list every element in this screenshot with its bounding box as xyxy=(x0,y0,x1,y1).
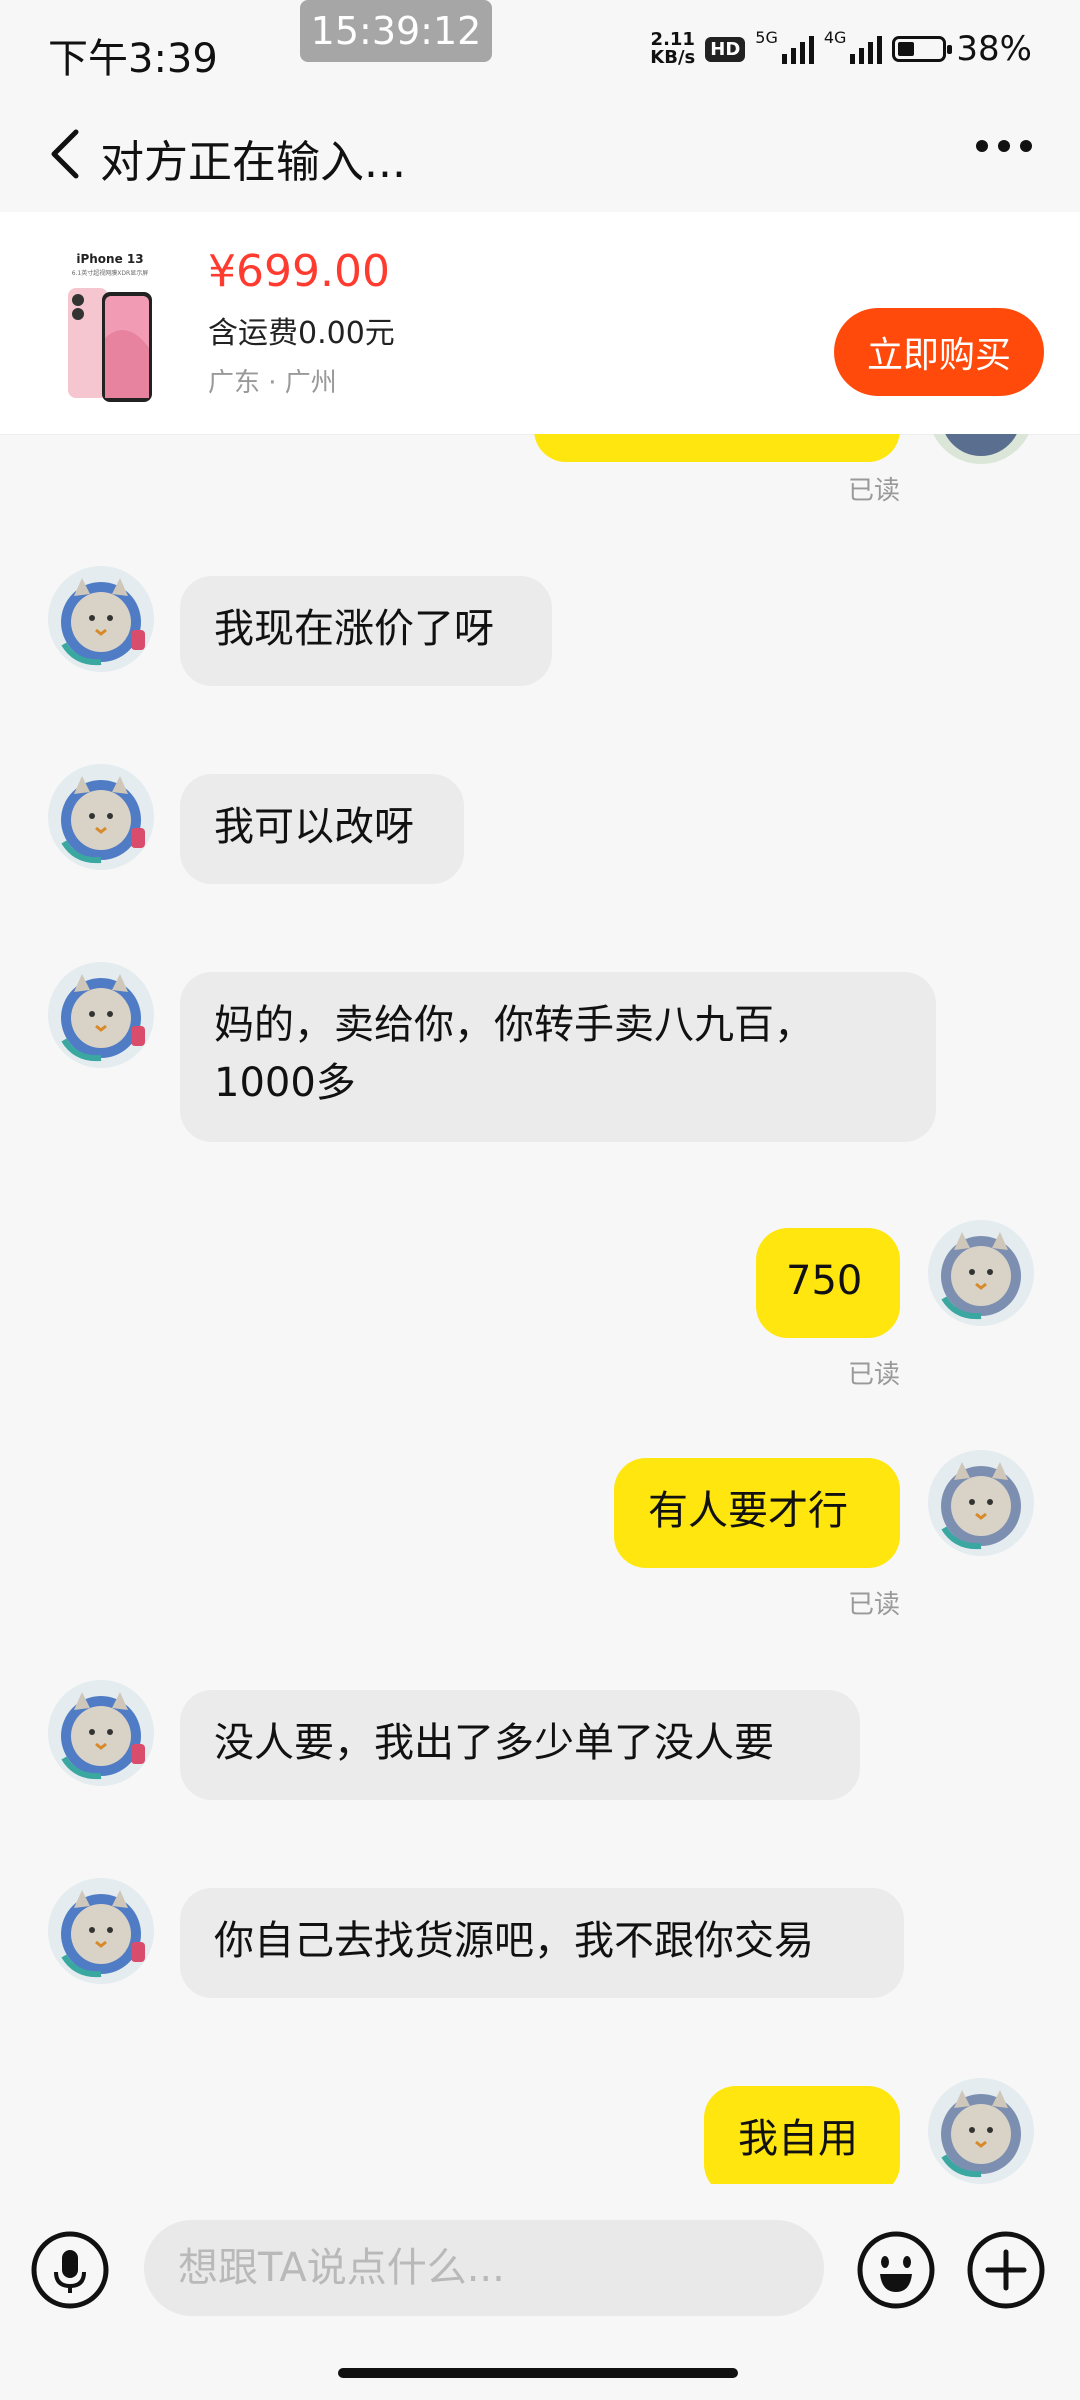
message-bubble[interactable]: 我可以改呀 xyxy=(180,774,464,884)
sim2-label: 4G xyxy=(823,28,847,47)
clock-overlay: 15:39:12 xyxy=(300,0,492,62)
microphone-icon[interactable] xyxy=(30,2230,110,2310)
product-shipping: 含运费0.00元 xyxy=(208,316,395,351)
status-icons: 2.11 KB/s HD 5G 4G 38% xyxy=(650,24,1032,74)
avatar[interactable] xyxy=(46,1678,156,1788)
product-card[interactable]: iPhone 13 6.1英寸超视网膜XDR显示屏 ¥699.00 含运费0.0… xyxy=(0,212,1080,435)
avatar[interactable] xyxy=(926,1218,1036,1328)
avatar[interactable] xyxy=(926,434,1036,466)
sim1-label: 5G xyxy=(755,28,778,47)
network-speed-unit: KB/s xyxy=(650,47,696,68)
avatar[interactable] xyxy=(46,960,156,1070)
thumbnail-subtitle: 6.1英寸超视网膜XDR显示屏 xyxy=(71,270,149,277)
hd-icon: HD xyxy=(705,36,746,62)
product-price: ¥699.00 xyxy=(208,246,390,297)
message-bubble[interactable]: 有人要才行 xyxy=(614,1458,900,1568)
chevron-left-icon xyxy=(51,129,79,179)
message-bubble[interactable]: 750 xyxy=(756,1228,900,1338)
chat-messages[interactable]: 已读 我现在涨价了呀 我可以改呀 妈的，卖给你，你转手卖八九百，1000多 75… xyxy=(0,434,1080,2184)
status-time: 下午3:39 xyxy=(48,36,218,82)
more-button[interactable] xyxy=(976,140,1032,152)
avatar[interactable] xyxy=(46,564,156,674)
signal-icon-2 xyxy=(850,34,883,64)
message-bubble[interactable]: 我现在涨价了呀 xyxy=(180,576,552,686)
avatar[interactable] xyxy=(46,762,156,872)
product-location: 广东 · 广州 xyxy=(208,368,337,398)
more-dot xyxy=(976,140,988,152)
thumbnail-title: iPhone 13 xyxy=(76,252,144,266)
read-receipt: 已读 xyxy=(847,1360,900,1390)
plus-icon[interactable] xyxy=(966,2230,1046,2310)
back-button[interactable] xyxy=(42,126,92,182)
battery-fill xyxy=(898,42,915,56)
battery-icon xyxy=(892,36,953,62)
message-bubble[interactable]: 没人要，我出了多少单了没人要 xyxy=(180,1690,860,1800)
network-speed: 2.11 KB/s xyxy=(650,31,695,67)
home-indicator[interactable] xyxy=(338,2368,738,2378)
avatar[interactable] xyxy=(926,1448,1036,1558)
buy-now-button[interactable]: 立即购买 xyxy=(834,308,1044,396)
signal-icon xyxy=(781,34,814,64)
message-bubble[interactable]: 你自己去找货源吧，我不跟你交易 xyxy=(180,1888,904,1998)
read-receipt: 已读 xyxy=(847,1590,900,1620)
status-bar: 下午3:39 15:39:12 2.11 KB/s HD 5G 4G 38% xyxy=(0,0,1080,96)
more-dot xyxy=(1020,140,1032,152)
message-bubble[interactable]: 我自用 xyxy=(704,2086,900,2184)
read-receipt: 已读 xyxy=(847,476,900,506)
header-title: 对方正在输入... xyxy=(100,137,406,188)
avatar[interactable] xyxy=(926,2076,1036,2184)
more-dot xyxy=(998,140,1010,152)
avatar[interactable] xyxy=(46,1876,156,1986)
message-bubble[interactable] xyxy=(534,434,900,462)
message-right-partial: 已读 xyxy=(0,434,1080,514)
emoji-icon[interactable] xyxy=(856,2230,936,2310)
message-bubble[interactable]: 妈的，卖给你，你转手卖八九百，1000多 xyxy=(180,972,936,1142)
battery-percent: 38% xyxy=(956,29,1032,69)
message-input[interactable] xyxy=(144,2220,824,2316)
chat-header: 对方正在输入... xyxy=(0,96,1080,212)
